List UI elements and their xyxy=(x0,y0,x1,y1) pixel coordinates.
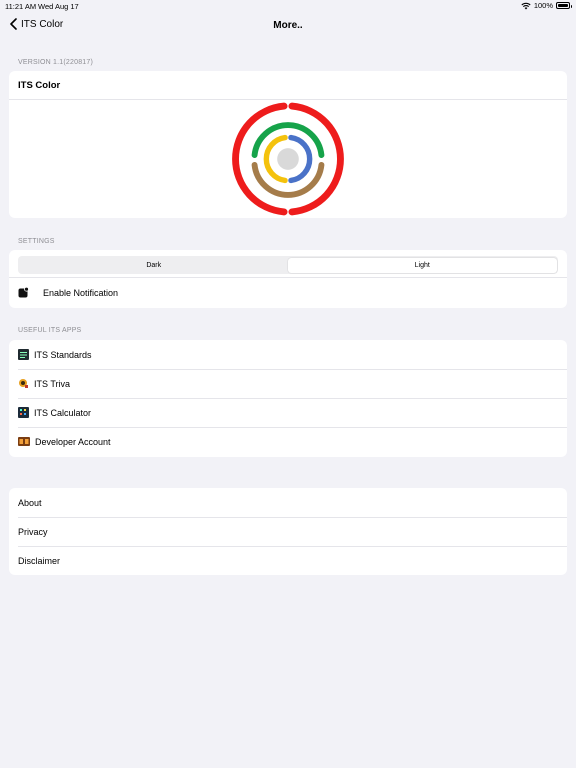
page-title: More.. xyxy=(273,20,303,31)
info-card: About Privacy Disclaimer xyxy=(9,488,567,575)
theme-light-segment[interactable]: Light xyxy=(288,257,557,273)
status-bar: 11:21 AM Wed Aug 17 100% xyxy=(0,0,576,12)
battery-icon xyxy=(556,2,572,9)
apps-header: USEFUL ITS APPS xyxy=(18,327,82,334)
privacy-row[interactable]: Privacy xyxy=(9,517,567,546)
disclaimer-label: Disclaimer xyxy=(18,555,61,566)
its-triva-icon xyxy=(18,378,29,389)
privacy-label: Privacy xyxy=(18,526,48,537)
navigation-bar: ITS Color More.. xyxy=(0,14,576,38)
app-logo xyxy=(9,100,567,218)
its-standards-icon xyxy=(18,349,29,360)
settings-header: SETTINGS xyxy=(18,238,55,245)
app-item-its-triva[interactable]: ITS Triva xyxy=(9,369,567,398)
wifi-icon xyxy=(521,2,531,9)
app-item-developer-account[interactable]: Developer Account xyxy=(9,427,567,456)
notification-icon xyxy=(18,287,29,298)
notification-label: Enable Notification xyxy=(43,287,119,298)
app-item-label: ITS Standards xyxy=(34,349,92,360)
enable-notification-row[interactable]: Enable Notification xyxy=(9,277,567,307)
theme-segmented-control: Dark Light xyxy=(18,256,558,274)
status-date: Wed Aug 17 xyxy=(38,2,79,11)
developer-account-icon xyxy=(18,436,30,447)
app-item-its-calculator[interactable]: ITS Calculator xyxy=(9,398,567,427)
app-item-label: ITS Triva xyxy=(34,378,71,389)
app-info-card: ITS Color xyxy=(9,71,567,218)
version-header: VERSION 1.1(220817) xyxy=(18,59,94,66)
disclaimer-row[interactable]: Disclaimer xyxy=(9,546,567,575)
settings-card: Dark Light Enable Notification xyxy=(9,250,567,308)
status-time: 11:21 AM xyxy=(5,2,37,11)
app-name: ITS Color xyxy=(9,71,567,100)
status-right: 100% xyxy=(521,1,572,10)
about-label: About xyxy=(18,497,42,508)
apps-card: ITS Standards ITS Triva ITS Calculator D… xyxy=(9,340,567,457)
app-item-its-standards[interactable]: ITS Standards xyxy=(9,340,567,369)
app-item-label: ITS Calculator xyxy=(34,407,92,418)
app-item-label: Developer Account xyxy=(35,436,111,447)
about-row[interactable]: About xyxy=(9,488,567,517)
theme-dark-segment[interactable]: Dark xyxy=(20,258,289,273)
battery-percent: 100% xyxy=(533,1,553,10)
its-calculator-icon xyxy=(18,407,29,418)
its-color-logo-icon xyxy=(232,102,344,216)
